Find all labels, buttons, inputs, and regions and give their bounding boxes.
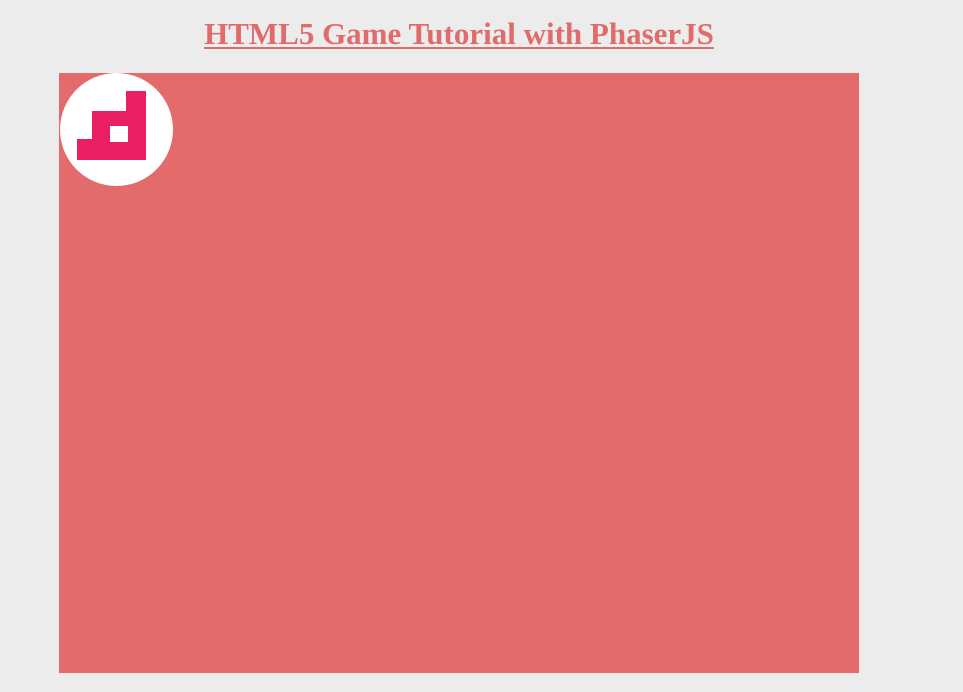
title-link[interactable]: HTML5 Game Tutorial with PhaserJS [204, 16, 714, 51]
page-title: HTML5 Game Tutorial with PhaserJS [0, 14, 918, 54]
logo-sprite [60, 73, 173, 186]
game-canvas[interactable] [59, 73, 859, 673]
phaser-logo-icon [77, 91, 146, 160]
